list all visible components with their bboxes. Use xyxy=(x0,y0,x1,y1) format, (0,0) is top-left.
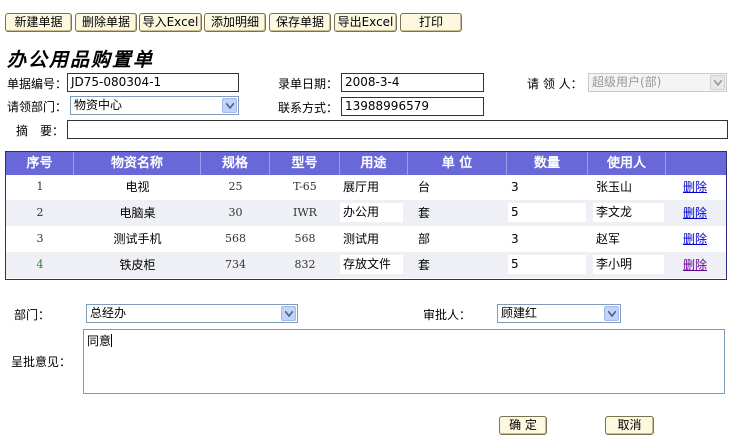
cell-no: 2 xyxy=(36,206,44,219)
entry-date-input[interactable]: 2008-3-4 xyxy=(341,73,484,92)
save-document-button[interactable]: 保存单据 xyxy=(269,13,331,32)
cell-spec: 25 xyxy=(228,180,243,193)
claimant-select: 超级用户(部) xyxy=(588,73,727,92)
col-header-no: 序号 xyxy=(6,152,74,175)
summary-input[interactable] xyxy=(67,120,728,139)
col-header-spec: 规格 xyxy=(201,152,270,175)
grid-header: 序号 物资名称 规格 型号 用途 单 位 数量 使用人 xyxy=(6,152,726,175)
opinion-textarea[interactable]: 同意 xyxy=(83,329,725,394)
form-title: 办公用品购置单 xyxy=(7,49,155,71)
cell-name: 电视 xyxy=(125,180,150,194)
entry-date-label: 录单日期： xyxy=(278,77,339,91)
chevron-down-icon xyxy=(710,75,725,90)
col-header-usage: 用途 xyxy=(340,152,408,175)
cell-model: 832 xyxy=(294,258,316,271)
detail-grid: 序号 物资名称 规格 型号 用途 单 位 数量 使用人 1 电视 25 T-65… xyxy=(5,151,727,280)
table-row: 1 电视 25 T-65 展厅用 台 3 张玉山 删除 xyxy=(6,174,726,200)
approval-dept-select[interactable]: 总经办 xyxy=(86,304,298,323)
delete-row-link[interactable]: 删除 xyxy=(683,232,707,246)
opinion-text: 同意 xyxy=(87,334,112,348)
export-excel-button[interactable]: 导出Excel xyxy=(334,13,397,32)
delete-row-link[interactable]: 删除 xyxy=(683,180,707,194)
cell-no: 3 xyxy=(36,232,44,245)
col-header-name: 物资名称 xyxy=(74,152,201,175)
approval-dept-value: 总经办 xyxy=(90,306,127,320)
approval-dept-label: 部门： xyxy=(14,308,51,322)
cell-user[interactable]: 张玉山 xyxy=(596,174,664,200)
chevron-down-icon[interactable] xyxy=(222,98,237,113)
summary-label: 摘 要： xyxy=(16,124,65,138)
cell-name: 铁皮柜 xyxy=(119,258,156,272)
chevron-down-icon[interactable] xyxy=(281,306,296,321)
dept-value: 物资中心 xyxy=(74,98,123,112)
col-header-user: 使用人 xyxy=(588,152,666,175)
doc-no-label: 单据编号： xyxy=(7,77,68,91)
dept-label: 请领部门： xyxy=(7,100,68,114)
cell-usage[interactable]: 存放文件 xyxy=(340,255,403,274)
cancel-button[interactable]: 取消 xyxy=(605,416,654,435)
approver-label: 审批人： xyxy=(423,308,472,322)
cell-qty[interactable]: 5 xyxy=(508,203,586,222)
cell-name: 电脑桌 xyxy=(119,206,156,220)
opinion-label: 呈批意见： xyxy=(11,355,72,369)
cell-spec: 568 xyxy=(225,232,246,245)
cell-unit: 部 xyxy=(418,232,431,246)
cell-qty[interactable]: 5 xyxy=(508,255,586,274)
chevron-down-icon[interactable] xyxy=(604,306,619,321)
contact-input[interactable]: 13988996579 xyxy=(341,97,484,116)
delete-row-link[interactable]: 删除 xyxy=(683,258,707,272)
cell-user[interactable]: 李小明 xyxy=(593,255,664,274)
cell-no: 1 xyxy=(36,180,44,193)
approver-select[interactable]: 顾建红 xyxy=(497,304,621,323)
table-row: 3 测试手机 568 568 测试用 部 3 赵军 删除 xyxy=(6,226,726,252)
cell-usage[interactable]: 办公用 xyxy=(340,203,403,222)
import-excel-button[interactable]: 导入Excel xyxy=(139,13,202,32)
col-header-action xyxy=(666,152,726,175)
text-caret xyxy=(111,334,113,347)
cell-unit: 套 xyxy=(418,206,431,220)
cell-name: 测试手机 xyxy=(113,232,162,246)
cell-model: 568 xyxy=(294,232,316,245)
confirm-button[interactable]: 确 定 xyxy=(499,416,547,435)
cell-spec: 30 xyxy=(228,206,243,219)
claimant-value: 超级用户(部) xyxy=(592,75,662,89)
cell-no: 4 xyxy=(36,258,44,271)
cell-usage: 展厅用 xyxy=(343,180,380,194)
cell-usage: 测试用 xyxy=(343,232,380,246)
cell-qty[interactable]: 3 xyxy=(511,226,586,252)
table-row: 4 铁皮柜 734 832 存放文件 套 5 李小明 删除 xyxy=(6,252,726,278)
cell-user[interactable]: 赵军 xyxy=(596,226,664,252)
cell-spec: 734 xyxy=(225,258,246,271)
cell-model: IWR xyxy=(293,206,317,219)
col-header-unit: 单 位 xyxy=(408,152,507,175)
cell-unit: 台 xyxy=(418,180,431,194)
col-header-model: 型号 xyxy=(270,152,340,175)
cell-model: T-65 xyxy=(293,180,317,193)
cell-user[interactable]: 李文龙 xyxy=(593,203,664,222)
approver-value: 顾建红 xyxy=(501,306,538,320)
table-row: 2 电脑桌 30 IWR 办公用 套 5 李文龙 删除 xyxy=(6,200,726,226)
delete-document-button[interactable]: 删除单据 xyxy=(75,13,137,32)
claimant-label: 请 领 人： xyxy=(527,77,583,91)
contact-label: 联系方式： xyxy=(278,101,339,115)
dept-select[interactable]: 物资中心 xyxy=(70,96,239,115)
cell-qty[interactable]: 3 xyxy=(511,174,586,200)
doc-no-input[interactable]: JD75-080304-1 xyxy=(67,73,239,92)
add-detail-button[interactable]: 添加明细 xyxy=(204,13,266,32)
cell-unit: 套 xyxy=(418,258,431,272)
col-header-qty: 数量 xyxy=(507,152,588,175)
new-document-button[interactable]: 新建单据 xyxy=(5,13,72,32)
print-button[interactable]: 打印 xyxy=(400,13,462,32)
delete-row-link[interactable]: 删除 xyxy=(683,206,707,220)
